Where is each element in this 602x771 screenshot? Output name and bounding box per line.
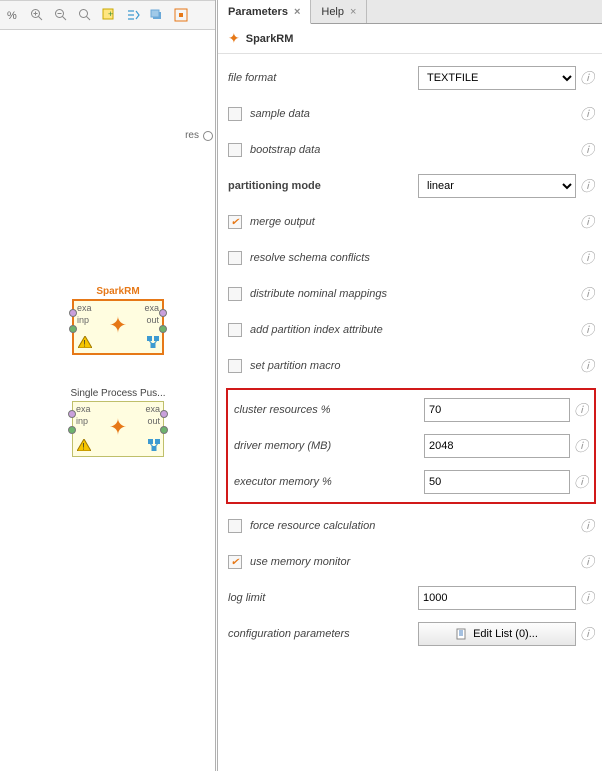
operator-single-process[interactable]: Single Process Pus... exa exa inp out ✦ …: [68, 388, 168, 457]
layers-icon[interactable]: [148, 6, 166, 24]
res-label: res: [185, 130, 199, 141]
param-configuration-parameters: configuration parameters Edit List (0)..…: [226, 616, 596, 652]
arrange-icon[interactable]: [124, 6, 142, 24]
info-icon[interactable]: ⓘ: [576, 624, 594, 644]
operator-box[interactable]: exa exa inp out ✦ !: [72, 299, 164, 355]
checkbox[interactable]: ✔: [228, 555, 242, 569]
parameter-list: file format TEXTFILE ⓘ sample data ⓘ boo…: [218, 54, 602, 658]
port-icon[interactable]: [159, 309, 167, 317]
parameters-panel: Parameters × Help × ✦ SparkRM file forma…: [217, 0, 602, 771]
subprocess-icon[interactable]: [147, 336, 159, 351]
checkbox[interactable]: [228, 107, 242, 121]
port-icon[interactable]: [69, 309, 77, 317]
param-cluster-resources: cluster resources % ⓘ: [232, 392, 590, 428]
edit-list-button[interactable]: Edit List (0)...: [418, 622, 576, 646]
param-force-resource: force resource calculation ⓘ: [226, 508, 596, 544]
partitioning-mode-select[interactable]: linear: [418, 174, 576, 198]
info-icon[interactable]: ⓘ: [576, 248, 594, 268]
info-icon[interactable]: ⓘ: [576, 68, 594, 88]
result-port: res: [185, 130, 213, 141]
star-icon: ✦: [109, 415, 127, 441]
executor-memory-input[interactable]: [424, 470, 570, 494]
add-note-icon[interactable]: +: [100, 6, 118, 24]
svg-text:!: !: [83, 339, 86, 349]
warning-icon: !: [77, 439, 91, 454]
log-limit-input[interactable]: [418, 586, 576, 610]
info-icon[interactable]: ⓘ: [576, 176, 594, 196]
star-icon: ✦: [228, 30, 240, 47]
svg-text:!: !: [82, 442, 85, 452]
info-icon[interactable]: ⓘ: [576, 104, 594, 124]
param-executor-memory: executor memory % ⓘ: [232, 464, 590, 500]
param-file-format: file format TEXTFILE ⓘ: [226, 60, 596, 96]
zoom-in-icon[interactable]: [28, 6, 46, 24]
info-icon[interactable]: ⓘ: [576, 212, 594, 232]
param-bootstrap-data: bootstrap data ⓘ: [226, 132, 596, 168]
svg-text:%: %: [7, 10, 17, 22]
canvas-toolbar: % +: [0, 0, 215, 30]
close-icon[interactable]: ×: [294, 6, 300, 18]
highlighted-params: cluster resources % ⓘ driver memory (MB)…: [226, 388, 596, 504]
canvas-content[interactable]: res SparkRM exa exa inp out ✦ !: [0, 30, 215, 771]
port-icon[interactable]: [159, 325, 167, 333]
operator-name: SparkRM: [246, 33, 294, 45]
driver-memory-input[interactable]: [424, 434, 570, 458]
param-sample-data: sample data ⓘ: [226, 96, 596, 132]
info-icon[interactable]: ⓘ: [570, 436, 588, 456]
operator-sparkrm[interactable]: SparkRM exa exa inp out ✦ !: [68, 286, 168, 355]
port-icon[interactable]: [69, 325, 77, 333]
process-canvas: % + res SparkRM exa exa i: [0, 0, 216, 771]
param-log-limit: log limit ⓘ: [226, 580, 596, 616]
param-driver-memory: driver memory (MB) ⓘ: [232, 428, 590, 464]
subprocess-icon[interactable]: [148, 439, 160, 454]
port-icon[interactable]: [203, 131, 213, 141]
svg-text:+: +: [108, 9, 113, 19]
param-set-partition-macro: set partition macro ⓘ: [226, 348, 596, 384]
info-icon[interactable]: ⓘ: [576, 284, 594, 304]
panel-header: ✦ SparkRM: [218, 24, 602, 54]
checkbox[interactable]: [228, 287, 242, 301]
percent-icon[interactable]: %: [4, 6, 22, 24]
close-icon[interactable]: ×: [350, 6, 356, 18]
port-icon[interactable]: [68, 426, 76, 434]
checkbox[interactable]: [228, 519, 242, 533]
fit-screen-icon[interactable]: [172, 6, 190, 24]
zoom-reset-icon[interactable]: [76, 6, 94, 24]
zoom-out-icon[interactable]: [52, 6, 70, 24]
param-use-memory-monitor: ✔ use memory monitor ⓘ: [226, 544, 596, 580]
operator-box[interactable]: exa exa inp out ✦ !: [72, 401, 164, 457]
checkbox[interactable]: [228, 143, 242, 157]
info-icon[interactable]: ⓘ: [576, 320, 594, 340]
port-icon[interactable]: [160, 410, 168, 418]
cluster-resources-input[interactable]: [424, 398, 570, 422]
info-icon[interactable]: ⓘ: [570, 472, 588, 492]
operator-title: SparkRM: [68, 286, 168, 297]
operator-title: Single Process Pus...: [68, 388, 168, 399]
star-icon: ✦: [109, 313, 127, 339]
info-icon[interactable]: ⓘ: [570, 400, 588, 420]
param-add-partition-index: add partition index attribute ⓘ: [226, 312, 596, 348]
info-icon[interactable]: ⓘ: [576, 552, 594, 572]
port-icon[interactable]: [160, 426, 168, 434]
param-resolve-schema: resolve schema conflicts ⓘ: [226, 240, 596, 276]
tab-parameters[interactable]: Parameters ×: [218, 0, 311, 24]
tab-help[interactable]: Help ×: [311, 0, 367, 23]
file-format-select[interactable]: TEXTFILE: [418, 66, 576, 90]
param-merge-output: ✔ merge output ⓘ: [226, 204, 596, 240]
info-icon[interactable]: ⓘ: [576, 140, 594, 160]
list-icon: [456, 628, 468, 640]
param-distribute-nominal: distribute nominal mappings ⓘ: [226, 276, 596, 312]
tab-bar: Parameters × Help ×: [218, 0, 602, 24]
checkbox[interactable]: ✔: [228, 215, 242, 229]
param-partitioning-mode: partitioning mode linear ⓘ: [226, 168, 596, 204]
info-icon[interactable]: ⓘ: [576, 516, 594, 536]
checkbox[interactable]: [228, 359, 242, 373]
port-icon[interactable]: [68, 410, 76, 418]
warning-icon: !: [78, 336, 92, 351]
checkbox[interactable]: [228, 323, 242, 337]
info-icon[interactable]: ⓘ: [576, 588, 594, 608]
info-icon[interactable]: ⓘ: [576, 356, 594, 376]
checkbox[interactable]: [228, 251, 242, 265]
